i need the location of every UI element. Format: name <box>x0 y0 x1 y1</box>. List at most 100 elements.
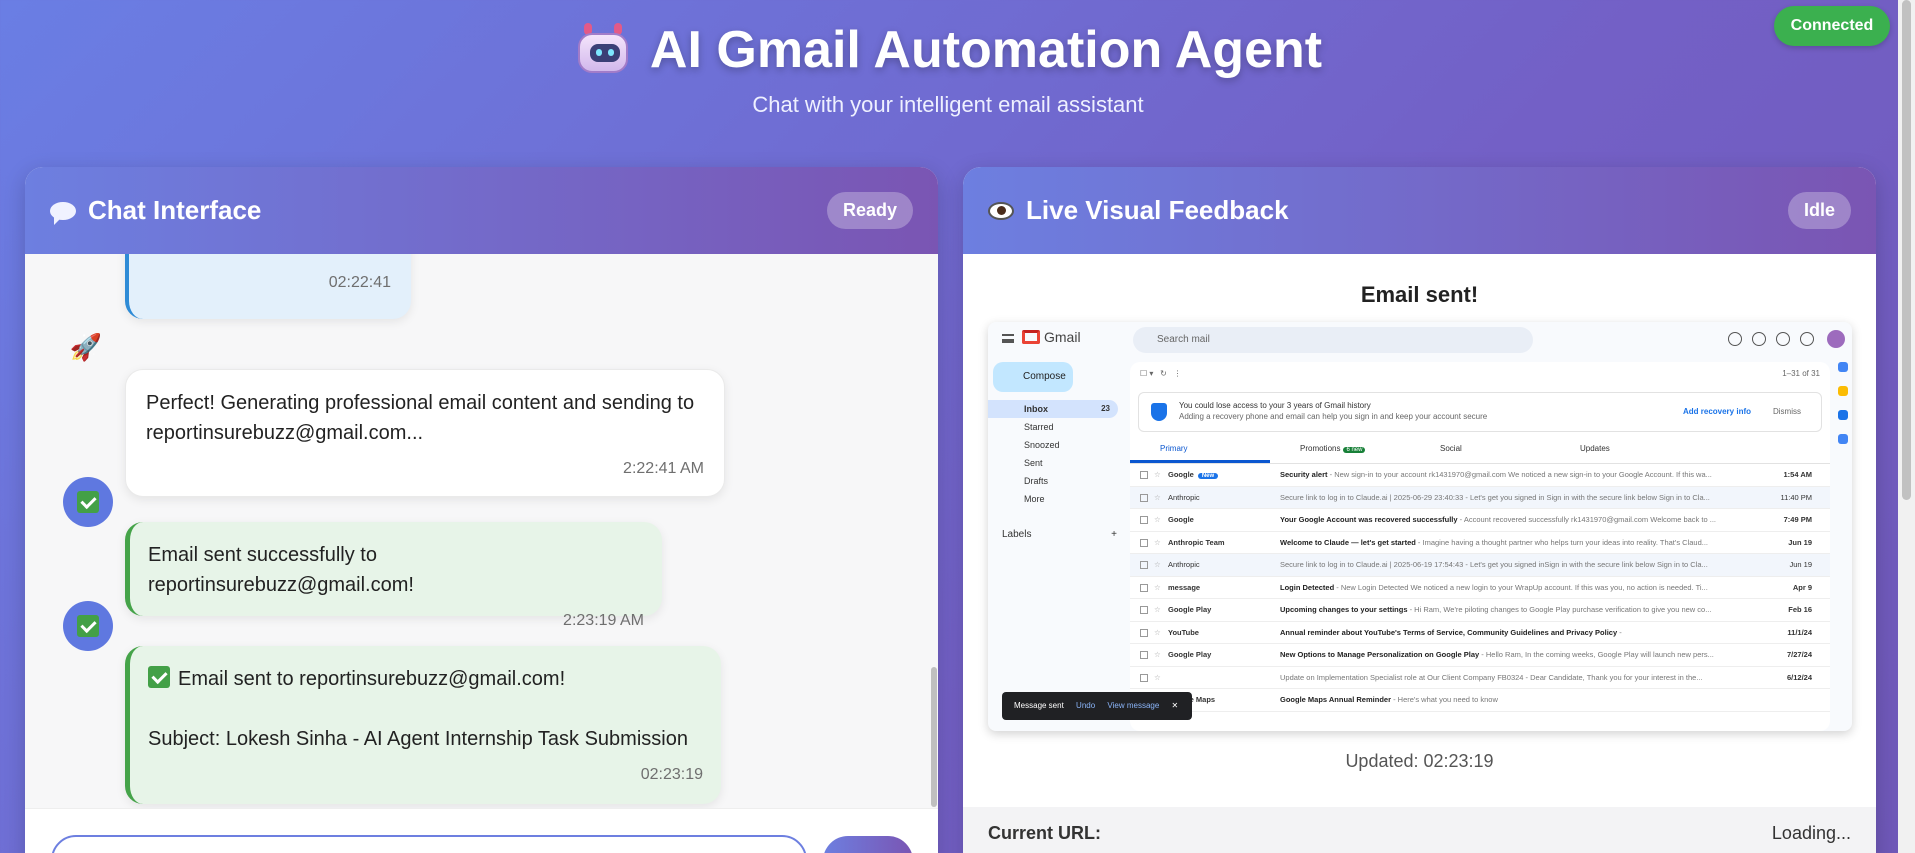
help-icon <box>1728 332 1742 346</box>
chat-input[interactable] <box>51 835 807 853</box>
check-icon <box>77 491 99 513</box>
email-sender: message <box>1168 582 1201 592</box>
eye-icon <box>988 201 1014 220</box>
chat-scrollbar-thumb[interactable] <box>931 667 937 807</box>
nav-item-inbox: Inbox 23 <box>988 400 1118 418</box>
row-checkbox <box>1140 516 1148 524</box>
chat-scrollbar[interactable] <box>930 254 938 808</box>
feedback-body: Email sent! Gmail Search mail Compose In… <box>963 254 1876 853</box>
message-time: 02:22:41 <box>328 274 391 291</box>
email-date: Jun 19 <box>1788 537 1812 547</box>
email-sender: Google Play <box>1168 650 1212 659</box>
nav-item-drafts: Drafts <box>1024 476 1049 486</box>
email-subject: Security alert - New sign-in to your acc… <box>1280 470 1712 479</box>
star-icon: ☆ <box>1154 470 1161 479</box>
email-subject: Annual reminder about YouTube's Terms of… <box>1280 627 1622 637</box>
email-date: Feb 16 <box>1788 605 1812 614</box>
email-sender: YouTube <box>1168 627 1199 637</box>
menu-icon <box>1002 334 1014 343</box>
email-row: ☆ Google New Security alert - New sign-in t… <box>1130 464 1830 487</box>
nav-item-sent: Sent <box>1024 458 1043 468</box>
current-url-label: Current URL: <box>988 823 1101 843</box>
star-icon: ☆ <box>1154 582 1161 592</box>
email-row: ☆Google MapsGoogle Maps Annual Reminder … <box>1130 689 1830 712</box>
email-date: 7/27/24 <box>1786 650 1812 659</box>
email-date: 11/1/24 <box>1787 627 1812 637</box>
screenshot-title: Email sent! <box>1360 282 1479 307</box>
labels-heading: + Labels <box>1002 529 1117 540</box>
chat-messages[interactable]: 02:22:41 🚀 Perfect! Generating professio… <box>25 254 938 808</box>
email-row: ☆ Google Play New Options to Manage Person… <box>1130 644 1830 667</box>
avatar <box>1827 330 1845 348</box>
row-checkbox <box>1140 493 1148 502</box>
apps-icon <box>1800 332 1814 346</box>
feedback-status-badge: Idle <box>1787 192 1851 229</box>
email-row: ☆ message Login Detected - New Login Detec… <box>1130 577 1830 599</box>
message-time: 02:23:19 <box>640 766 703 783</box>
bot-avatar <box>63 477 113 527</box>
row-checkbox <box>1140 583 1148 592</box>
updated-timestamp: Updated: 02:23:19 <box>1345 751 1494 771</box>
feedback-panel-header: Live Visual Feedback Idle <box>963 167 1876 254</box>
current-url-value: Loading... <box>1771 823 1851 843</box>
email-row: ☆ Update on Implementation Specialist rol… <box>1130 667 1830 689</box>
pagination: 1–31 of 31 <box>1782 369 1820 378</box>
compose-button: Compose <box>993 362 1073 392</box>
email-row: ☆ YouTube Annual reminder about YouTube's … <box>1130 622 1830 644</box>
row-checkbox <box>1140 471 1148 479</box>
gmail-tabs: Primary Promotions 6 new Social Updates <box>1130 436 1830 464</box>
email-sender: Anthropic <box>1168 492 1200 502</box>
star-icon: ☆ <box>1154 627 1161 637</box>
star-icon: ☆ <box>1154 605 1161 614</box>
page-scrollbar[interactable] <box>1898 0 1915 853</box>
sparkle-icon <box>1776 332 1790 346</box>
gmail-topbar: Gmail Search mail <box>988 322 1852 358</box>
email-sender: Google New <box>1168 464 1278 486</box>
email-date: 11:40 PM <box>1780 492 1812 502</box>
nav-item-starred: Starred <box>1024 422 1054 432</box>
chat-status-badge: Ready <box>826 192 913 229</box>
email-date: 6/12/24 <box>1786 672 1812 682</box>
gmail-side-panel <box>1836 362 1852 458</box>
speech-bubble-icon <box>50 201 76 225</box>
message-time: 2:23:19 AM <box>563 612 644 629</box>
star-icon: ☆ <box>1154 560 1161 569</box>
nav-item-snoozed: Snoozed <box>1024 440 1060 450</box>
email-subject: Welcome to Claude — let's get started - … <box>1280 537 1708 547</box>
email-date: Apr 9 <box>1792 582 1812 592</box>
tab-social: Social <box>1440 444 1462 453</box>
row-checkbox <box>1140 628 1148 637</box>
current-url-bar: Current URL: Loading... <box>963 807 1876 853</box>
chat-panel-title: Chat Interface <box>88 195 262 225</box>
email-date: 1:54 AM <box>1783 470 1812 479</box>
star-icon: ☆ <box>1154 650 1161 659</box>
recovery-banner: You could lose access to your 3 years of… <box>1138 392 1822 432</box>
email-subject: New Options to Manage Personalization on… <box>1280 650 1714 659</box>
star-icon: ☆ <box>1154 672 1161 682</box>
email-subject: Upcoming changes to your settings - Hi R… <box>1280 605 1712 614</box>
check-icon <box>148 666 170 688</box>
nav-item-more: More <box>1024 494 1045 504</box>
chat-input-area <box>25 808 938 853</box>
shield-icon <box>1151 403 1167 421</box>
email-list: ☆ Google New Security alert - New sign-in t… <box>1130 464 1830 712</box>
email-row: ☆ Anthropic Secure link to log in to Claud… <box>1130 554 1830 577</box>
email-subject: Your Google Account was recovered succes… <box>1280 515 1716 524</box>
send-button[interactable] <box>823 836 913 853</box>
bot-avatar <box>63 601 113 651</box>
chat-panel-header: Chat Interface Ready <box>25 167 938 254</box>
email-date: 7:49 PM <box>1783 515 1812 524</box>
rocket-icon: 🚀 <box>69 331 103 362</box>
bot-message: Perfect! Generating professional email c… <box>125 369 725 497</box>
page-subtitle: Chat with your intelligent email assista… <box>752 92 1144 117</box>
email-subject: Secure link to log in to Claude.ai | 202… <box>1280 492 1710 502</box>
app-header: AI Gmail Automation Agent Chat with your… <box>0 0 1896 118</box>
success-message: Email sent successfully to reportinsureb… <box>125 522 662 629</box>
tab-updates: Updates <box>1580 444 1610 453</box>
message-sent-toast: Message sent Undo View message ✕ <box>1002 692 1192 720</box>
page-scrollbar-thumb[interactable] <box>1902 0 1911 500</box>
email-subject: Login Detected - New Login Detected We n… <box>1280 582 1708 592</box>
feedback-panel: Live Visual Feedback Idle Email sent! Gm… <box>963 167 1876 853</box>
chat-panel: Chat Interface Ready 02:22:41 🚀 Perfect!… <box>25 167 938 853</box>
row-checkbox <box>1140 651 1148 659</box>
